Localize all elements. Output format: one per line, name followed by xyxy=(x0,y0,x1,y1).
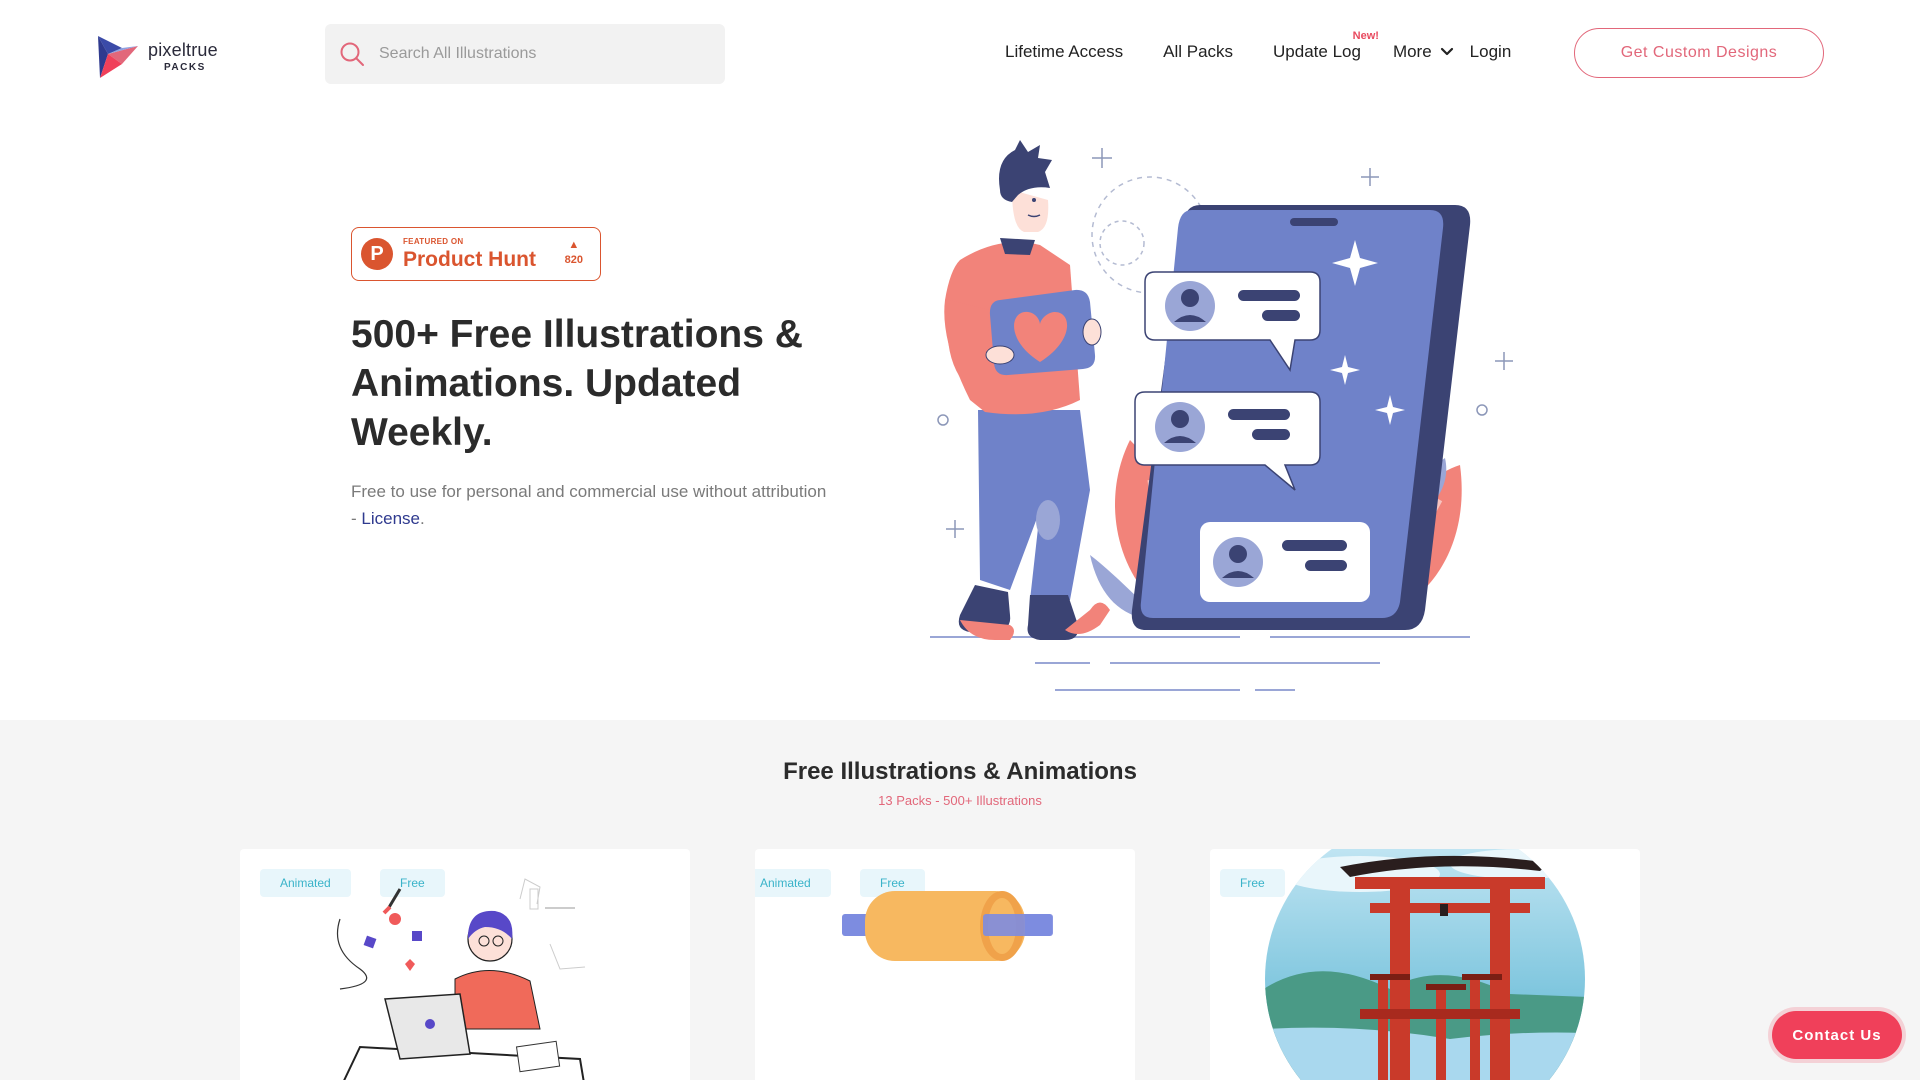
hero-subtitle-end: . xyxy=(420,509,425,528)
nav-login[interactable]: Login xyxy=(1470,42,1512,62)
nav-lifetime-access[interactable]: Lifetime Access xyxy=(1005,42,1123,62)
page: pixeltrue PACKS Lifetime Access All Pack… xyxy=(0,0,1920,1080)
product-hunt-badge[interactable]: P FEATURED ON Product Hunt ▲ 820 xyxy=(351,227,601,281)
nav-all-packs[interactable]: All Packs xyxy=(1163,42,1233,62)
logo-sub: PACKS xyxy=(164,62,206,73)
get-custom-designs-button[interactable]: Get Custom Designs xyxy=(1574,28,1824,78)
hero-illustration xyxy=(930,140,1513,691)
contact-us-button[interactable]: Contact Us xyxy=(1772,1011,1902,1059)
logo-text: pixeltrue PACKS xyxy=(148,41,218,73)
pack-thumbnail xyxy=(842,891,1053,961)
hero-title: 500+ Free Illustrations & Animations. Up… xyxy=(351,313,803,454)
new-badge: New! xyxy=(1352,30,1379,42)
logo-icon xyxy=(98,36,138,78)
pack-card[interactable]: Animated Free xyxy=(240,849,690,1080)
pack-card[interactable]: Animated Free xyxy=(755,849,1135,1080)
logo[interactable]: pixeltrue PACKS xyxy=(96,34,218,80)
search-bar xyxy=(325,24,725,84)
chevron-down-icon xyxy=(1440,47,1453,56)
section-subtitle: 13 Packs - 500+ Illustrations xyxy=(878,793,1042,808)
product-hunt-vote-count: 820 xyxy=(564,254,583,266)
license-link[interactable]: License xyxy=(361,509,420,528)
hero-subtitle: Free to use for personal and commercial … xyxy=(351,478,831,532)
product-hunt-votes: ▲ 820 xyxy=(565,240,583,266)
product-hunt-name: Product Hunt xyxy=(403,248,536,271)
main-nav: Lifetime Access All Packs Update Log New… xyxy=(1005,30,1512,62)
product-hunt-icon: P xyxy=(361,238,393,270)
header: pixeltrue PACKS Lifetime Access All Pack… xyxy=(0,0,1920,106)
product-hunt-featured: FEATURED ON xyxy=(403,237,464,246)
search-icon xyxy=(340,42,364,66)
section-title: Free Illustrations & Animations xyxy=(783,758,1137,785)
tag-free: Free xyxy=(1220,869,1285,897)
nav-more-label: More xyxy=(1392,42,1432,61)
nav-update-log[interactable]: Update Log New! xyxy=(1273,30,1379,62)
packs-section: Free Illustrations & Animations 13 Packs… xyxy=(0,720,1920,1080)
pack-card[interactable]: Free xyxy=(1210,849,1640,1080)
product-hunt-text: FEATURED ON Product Hunt xyxy=(403,237,536,271)
logo-name: pixeltrue xyxy=(148,40,218,60)
nav-update-log-label: Update Log xyxy=(1273,42,1361,61)
pack-thumbnail xyxy=(336,878,586,1080)
nav-more[interactable]: More xyxy=(1393,42,1454,62)
upvote-arrow-icon: ▲ xyxy=(568,239,580,251)
search-input[interactable] xyxy=(379,45,699,63)
